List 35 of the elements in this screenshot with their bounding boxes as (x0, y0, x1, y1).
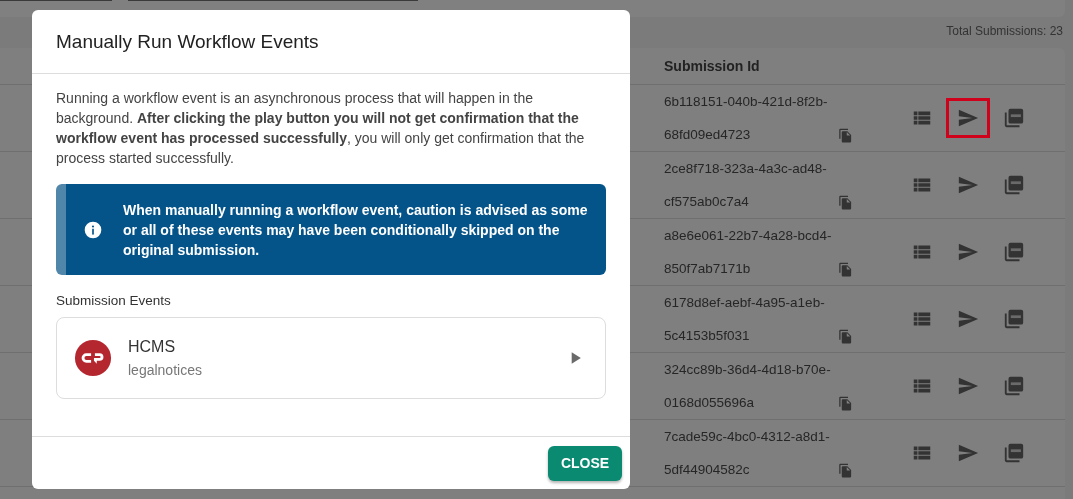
pdf-icon[interactable] (1003, 107, 1025, 129)
submission-id: a8e6e061-22b7-4a28-bcd4-850f7ab7171b (664, 227, 833, 278)
send-icon (957, 442, 979, 464)
submission-id: 7cade59c-4bc0-4312-a8d1-5df44904582c (664, 428, 831, 479)
copy-icon[interactable] (838, 195, 853, 210)
pdf-icon[interactable] (1003, 375, 1025, 397)
send-button[interactable] (946, 98, 990, 138)
event-name: HCMS (128, 338, 177, 356)
info-icon (83, 219, 103, 240)
send-icon (957, 174, 979, 196)
section-label: Submission Events (56, 293, 172, 308)
submission-id: 324cc89b-36d4-4d18-b70e-0168d055696a (664, 361, 832, 412)
column-header: Submission Id (664, 58, 760, 74)
pdf-icon[interactable] (1003, 442, 1025, 464)
send-icon (957, 241, 979, 263)
copy-icon[interactable] (838, 463, 853, 478)
total-submissions: Total Submissions: 23 (946, 24, 1063, 40)
copy-icon[interactable] (838, 396, 853, 411)
copy-icon[interactable] (838, 262, 853, 277)
copy-icon[interactable] (838, 329, 853, 344)
alert-text: When manually running a workflow event, caution is advised as some or all of these events may have been conditionally skipped on the original submission. (123, 200, 589, 260)
pdf-icon[interactable] (1003, 174, 1025, 196)
dialog-title: Manually Run Workflow Events (56, 30, 319, 53)
pdf-icon[interactable] (1003, 308, 1025, 330)
submission-id: 6178d8ef-aebf-4a95-a1eb-5c4153b5f031 (664, 294, 826, 345)
send-icon (957, 308, 979, 330)
submission-id: 6b118151-040b-421d-8f2b-68fd09ed4723 (664, 93, 829, 144)
dialog-description: Running a workflow event is an asynchronous process that will happen in the background. After clicking the play button you will not get confirmation that the workflow event has processed successfully, you will only get confirmation that the process started successfully. (56, 89, 586, 168)
logo-icon (74, 339, 112, 377)
pdf-icon[interactable] (1003, 241, 1025, 263)
copy-icon[interactable] (838, 128, 853, 143)
event-subtitle: legalnotices (128, 362, 203, 378)
send-icon (957, 107, 979, 129)
send-icon (957, 375, 979, 397)
close-button[interactable]: CLOSE (548, 445, 622, 481)
